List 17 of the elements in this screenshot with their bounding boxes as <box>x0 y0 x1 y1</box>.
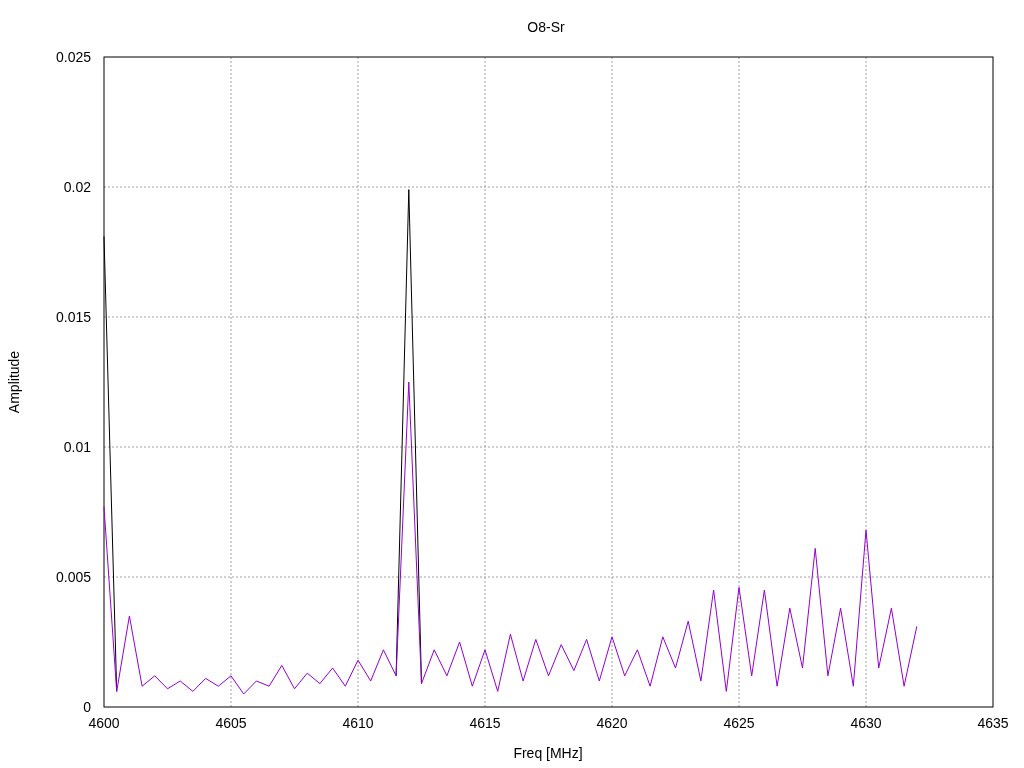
x-tick-label: 4610 <box>342 715 374 731</box>
y-tick-label: 0 <box>83 699 91 715</box>
x-axis-label: Freq [MHz] <box>513 745 583 761</box>
y-axis-label: Amplitude <box>6 350 22 414</box>
y-tick-label: 0.025 <box>55 49 91 65</box>
chart-title: O8-Sr <box>527 19 565 35</box>
x-tick-label: 4630 <box>850 715 882 731</box>
y-tick-label: 0.015 <box>55 309 91 325</box>
y-tick-label: 0.005 <box>55 569 91 585</box>
x-tick-label: 4605 <box>215 715 247 731</box>
y-tick-label: 0.02 <box>63 179 91 195</box>
x-tick-label: 4620 <box>596 715 628 731</box>
x-tick-label: 4615 <box>469 715 501 731</box>
y-tick-label: 0.01 <box>63 439 91 455</box>
x-tick-label: 4600 <box>88 715 120 731</box>
x-tick-label: 4625 <box>723 715 755 731</box>
x-tick-label: 4635 <box>977 715 1009 731</box>
